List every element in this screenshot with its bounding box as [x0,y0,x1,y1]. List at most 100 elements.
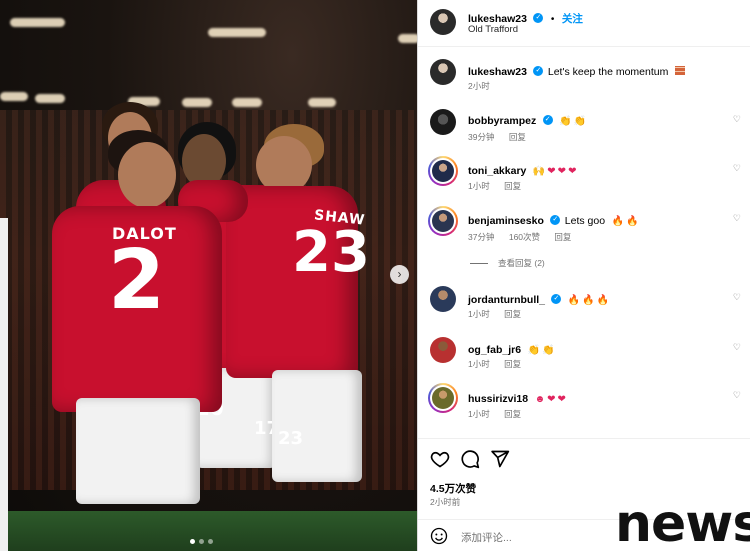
carousel-dot[interactable] [199,539,204,544]
comment-time: 1小时 [468,409,490,419]
fire-emoji-icon: 🔥 [567,295,581,306]
caption-text-row: lukeshaw23 ✓ Let's keep the momentum [468,62,738,80]
jersey-number-dalot: 2 [108,233,166,328]
separator-dot: • [550,14,555,25]
verified-badge-icon: ✓ [533,12,544,23]
comment-likes[interactable]: 160次赞 [509,232,540,242]
post-panel: lukeshaw23 ✓ • 关注 Old Trafford lukeshaw2… [417,0,750,552]
shorts-number: 23 [278,428,304,449]
follow-button[interactable]: 关注 [562,13,583,25]
avatar[interactable] [430,286,456,312]
reply-button[interactable]: 回复 [509,132,526,142]
clap-emoji-icon: 👏 [573,116,587,127]
emoji-picker-icon[interactable] [430,527,448,545]
like-comment-icon[interactable]: ♡ [733,390,741,401]
comment-bubble-icon[interactable] [460,449,480,469]
verified-badge-icon: ✓ [533,65,544,76]
comment-meta: 1小时 回复 [468,358,533,370]
clap-emoji-icon: 👏 [559,116,572,127]
comment-text-row: og_fab_jr6 👏 👏 [468,340,554,358]
pitch [0,511,417,551]
stadium-lights [0,0,417,120]
comment-meta: 39分钟 回复 [468,131,538,143]
comment-username[interactable]: og_fab_jr6 [468,344,521,356]
fire-emoji-icon: 🔥 [611,216,624,227]
carousel-dot[interactable] [190,539,195,544]
heart-emoji-icon: ❤ [568,166,577,177]
share-send-icon[interactable] [490,449,510,469]
view-replies-button[interactable]: 查看回复 (2) [470,257,545,269]
reply-button[interactable]: 回复 [504,181,521,191]
comment-username[interactable]: hussirizvi18 [468,393,528,405]
replies-line [470,263,488,265]
avatar[interactable] [430,9,456,35]
fire-emoji-icon: 🔥 [582,295,595,306]
like-comment-icon[interactable]: ♡ [733,342,741,353]
like-heart-icon[interactable] [430,449,450,469]
avatar[interactable] [430,337,456,363]
comment-username[interactable]: toni_akkary [468,165,526,177]
carousel-dots [190,539,213,544]
heart-emoji-icon: ❤ [557,394,566,405]
verified-badge-icon: ✓ [542,114,553,125]
reply-button[interactable]: 回复 [504,359,521,369]
jersey-number-shaw: 23 [292,220,370,285]
avatar[interactable] [432,387,454,409]
add-comment-input[interactable]: 添加评论... [461,530,512,545]
comment-time: 1小时 [468,181,490,191]
comment-username[interactable]: jordanturnbull_ [468,294,545,306]
carousel-dot[interactable] [208,539,213,544]
comment-text-row: bobbyrampez ✓ 👏 👏 [468,111,586,129]
avatar[interactable] [432,160,454,182]
avatar[interactable] [432,210,454,232]
heart-face-emoji-icon: ☻ [534,394,546,405]
caption-time: 2小时 [468,81,490,91]
caption-text: Let's keep the momentum [547,66,669,78]
comment-username[interactable]: benjaminsesko [468,215,544,227]
likes-count[interactable]: 4.5万次赞 [430,481,476,496]
post-location[interactable]: Old Trafford [468,24,518,35]
comment-meta: 1小时 回复 [468,180,533,192]
reply-button[interactable]: 回复 [554,232,571,242]
comment-time: 37分钟 [468,232,495,242]
post-photo[interactable]: 20 17 SHAW 23 23 DALOT 2 › [0,0,417,551]
like-comment-icon[interactable]: ♡ [733,292,741,303]
reply-button[interactable]: 回复 [504,409,521,419]
clap-emoji-icon: 👏 [527,345,541,356]
caption-username[interactable]: lukeshaw23 [468,66,527,78]
raised-hands-emoji-icon: 🙌 [532,166,546,177]
comment-text-row: toni_akkary 🙌 ❤ ❤ ❤ [468,161,576,179]
comment-meta: 1小时 回复 [468,308,533,320]
heart-emoji-icon: ❤ [557,166,567,177]
fire-emoji-icon: 🔥 [625,216,639,227]
photo-edge [0,218,8,551]
heart-emoji-icon: ❤ [547,166,556,177]
comment-time: 1小时 [468,309,490,319]
view-replies-label: 查看回复 (2) [498,258,545,268]
comment-meta: 1小时 回复 [468,408,533,420]
comment-time: 1小时 [468,359,490,369]
comment-text: Lets goo [564,215,606,227]
like-comment-icon[interactable]: ♡ [733,163,741,174]
news-watermark: news [615,494,750,554]
comment-text-row: hussirizvi18 ☻ ❤ ❤ [468,389,566,407]
comment-username[interactable]: bobbyrampez [468,115,536,127]
comment-text-row: benjaminsesko ✓ Lets goo 🔥 🔥 [468,211,638,229]
post-header: lukeshaw23 ✓ • 关注 Old Trafford [418,0,750,47]
comment-meta: 37分钟 160次赞 回复 [468,231,583,243]
verified-badge-icon: ✓ [550,214,561,225]
like-comment-icon[interactable]: ♡ [733,114,741,125]
avatar[interactable] [430,109,456,135]
post-time: 2小时前 [430,497,461,507]
comment-time: 39分钟 [468,132,495,142]
verified-badge-icon: ✓ [551,293,562,304]
heart-emoji-icon: ❤ [547,394,556,405]
like-comment-icon[interactable]: ♡ [733,213,741,224]
avatar[interactable] [430,59,456,85]
next-arrow-icon[interactable]: › [390,265,409,284]
brick-emoji-icon [674,66,685,76]
fire-emoji-icon: 🔥 [596,295,610,306]
comment-text-row: jordanturnbull_ ✓ 🔥 🔥 🔥 [468,290,609,308]
clap-emoji-icon: 👏 [542,345,555,356]
reply-button[interactable]: 回复 [504,309,521,319]
